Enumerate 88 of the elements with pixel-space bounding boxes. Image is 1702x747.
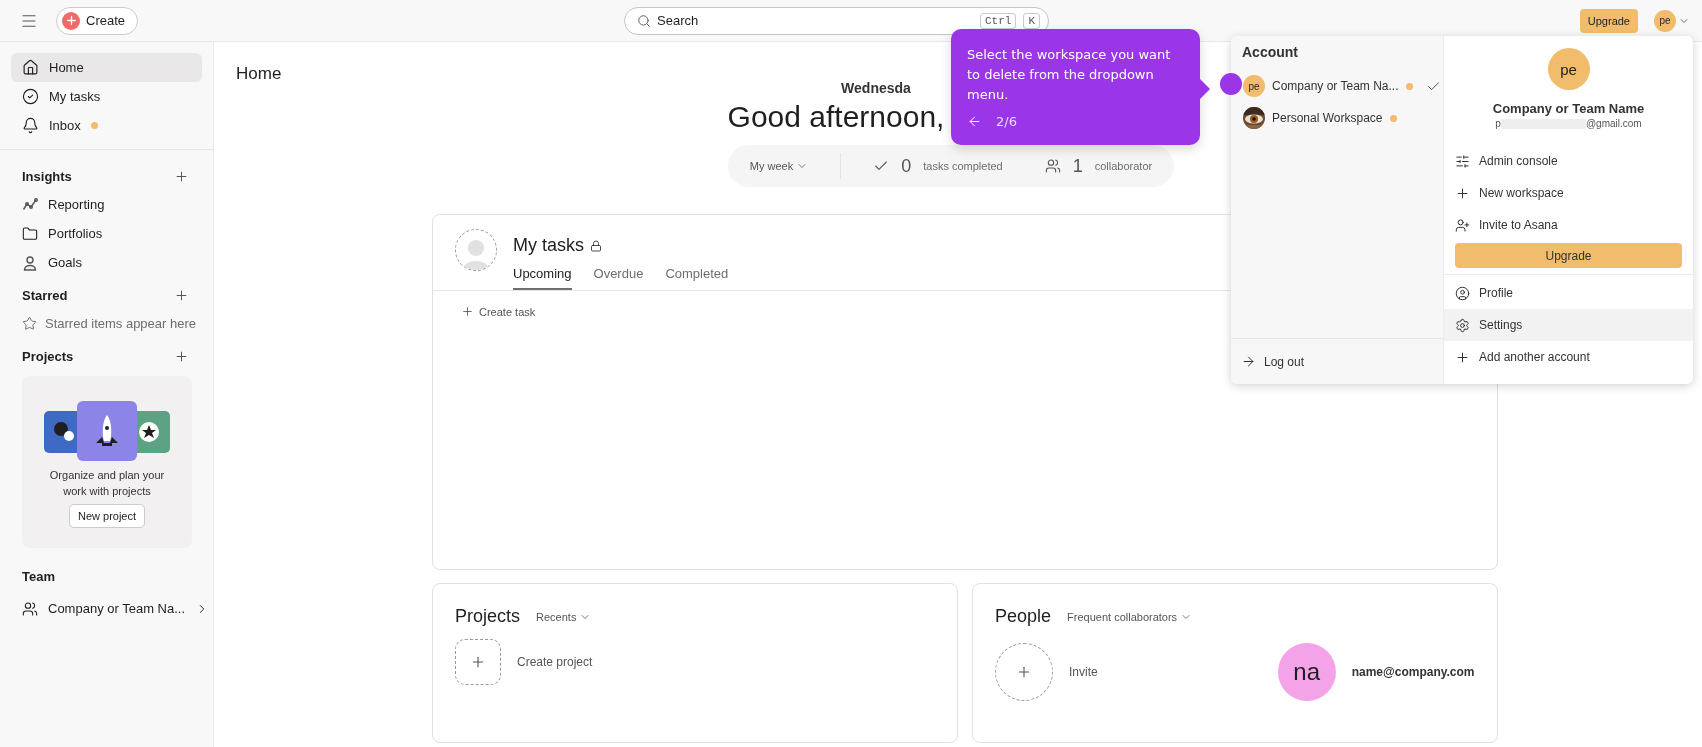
section-title: Insights <box>22 168 72 184</box>
collaborator-count: 1 <box>1072 155 1083 177</box>
recents-dropdown[interactable]: Recents <box>536 610 592 623</box>
search-field[interactable]: Search <box>655 12 973 29</box>
star-icon <box>22 316 37 331</box>
card-title: My tasks <box>513 235 584 256</box>
search-bar[interactable]: Search Ctrl K <box>624 6 1050 35</box>
promo-text: Organize and plan your work with projects <box>48 468 166 499</box>
menu-item[interactable]: Settings <box>1444 309 1693 341</box>
person-icon <box>22 254 38 271</box>
sidebar-item[interactable]: Inbox <box>11 111 202 140</box>
upgrade-button[interactable]: Upgrade <box>1579 8 1638 33</box>
plus-icon <box>1016 664 1032 680</box>
menu-item[interactable]: New workspace <box>1444 177 1693 209</box>
plus-icon <box>461 305 474 318</box>
account-menu-button[interactable]: pe <box>1654 9 1690 32</box>
section-title: Projects <box>22 348 74 364</box>
user-avatar: pe <box>1654 9 1676 32</box>
plus-icon <box>174 168 189 184</box>
menu-item[interactable]: Invite to Asana <box>1444 209 1693 241</box>
search-icon <box>637 13 652 28</box>
tab[interactable]: Completed <box>665 266 729 290</box>
greeting-text: Good afternoon, <box>727 100 945 134</box>
back-button[interactable] <box>967 114 982 129</box>
home-icon <box>22 59 39 76</box>
profile-avatar: pe <box>1547 48 1590 90</box>
team-icon <box>22 600 38 617</box>
invite-link[interactable]: Invite <box>1069 665 1098 679</box>
lock-icon <box>590 239 602 252</box>
workspace-item[interactable]: pe Company or Team Na... <box>1243 70 1441 102</box>
plus-icon <box>174 348 189 364</box>
collaborators-dropdown[interactable]: Frequent collaborators <box>1067 610 1193 623</box>
arrow-right-icon <box>1241 354 1256 369</box>
date-text: Wednesda <box>841 80 911 96</box>
profile-name: Company or Team Name <box>1492 101 1645 116</box>
sidebar-item[interactable]: Home <box>11 53 202 82</box>
sidebar-item[interactable]: My tasks <box>11 82 202 111</box>
section-title: Starred <box>22 287 68 303</box>
create-project-link[interactable]: Create project <box>517 655 593 669</box>
people-icon <box>1044 158 1061 174</box>
bell-icon <box>22 117 39 134</box>
settings-icon <box>1455 317 1470 333</box>
tab[interactable]: Upcoming <box>513 266 572 290</box>
plus-icon <box>1455 185 1470 201</box>
folder-icon <box>22 225 38 242</box>
menu-heading: Account <box>1242 44 1299 60</box>
tab[interactable]: Overdue <box>593 266 644 290</box>
workspace-item[interactable]: Personal Workspace <box>1243 102 1397 134</box>
shortcut-key: K <box>1023 12 1041 29</box>
card-title: People <box>995 606 1052 627</box>
card-title: Projects <box>455 606 521 627</box>
plus-icon <box>1455 349 1470 365</box>
tour-hotspot[interactable] <box>1220 73 1242 95</box>
user-circle-icon <box>1455 285 1470 301</box>
sidebar-item[interactable]: Portfolios <box>11 219 202 248</box>
add-user-icon <box>1455 217 1470 233</box>
person-avatar: na <box>1277 643 1336 701</box>
create-task-button[interactable]: Create task <box>461 305 536 318</box>
upgrade-button[interactable]: Upgrade <box>1455 243 1682 268</box>
step-counter: 2/6 <box>996 114 1017 129</box>
check-circle-icon <box>22 88 39 105</box>
sliders-icon <box>1455 153 1470 169</box>
stat-label: collaborator <box>1094 160 1153 172</box>
tooltip-text: Select the workspace you want to delete from the dropdown menu. <box>967 46 1172 104</box>
period-dropdown[interactable]: My week <box>749 160 809 172</box>
person-email: name@company.com <box>1351 665 1475 679</box>
workspace-avatar: pe <box>1243 75 1265 97</box>
tasks-count: 0 <box>901 155 912 177</box>
sidebar-item[interactable]: Goals <box>11 248 202 277</box>
create-project-button[interactable] <box>455 639 501 685</box>
team-item[interactable]: Company or Team Na... <box>11 594 202 623</box>
section-title: Team <box>22 568 55 584</box>
menu-item[interactable]: Profile <box>1444 277 1693 309</box>
plus-icon <box>470 654 486 670</box>
email-start: p <box>1495 118 1501 129</box>
menu-item[interactable]: Add another account <box>1444 341 1693 373</box>
shortcut-key: Ctrl <box>980 12 1017 29</box>
new-project-button[interactable]: New project <box>68 504 146 528</box>
page-title: Home <box>236 64 282 84</box>
sidebar-item[interactable]: Reporting <box>11 190 202 219</box>
create-button[interactable]: Create <box>56 6 139 35</box>
menu-item[interactable]: Admin console <box>1444 145 1693 177</box>
logout-button[interactable]: Log out <box>1231 338 1443 384</box>
empty-starred-text: Starred items appear here <box>45 316 197 331</box>
plus-icon <box>62 11 80 30</box>
stat-label: tasks completed <box>923 160 1003 172</box>
email-end: @gmail.com <box>1585 118 1642 129</box>
plus-icon <box>174 287 189 303</box>
